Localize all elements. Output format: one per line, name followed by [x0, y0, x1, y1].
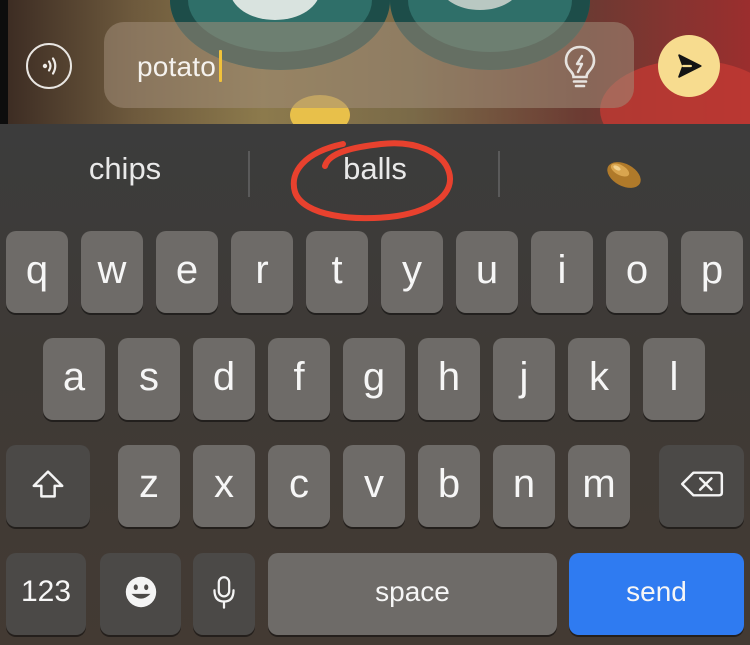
key-label: q [25, 247, 49, 292]
message-input[interactable]: potato [104, 22, 634, 108]
key-label: s [139, 354, 159, 399]
key-b[interactable]: b [418, 445, 480, 527]
keyboard: chips balls q w e r t y u i o p a s d f … [0, 124, 750, 645]
space-key[interactable]: space [268, 553, 557, 635]
screen-edge [0, 0, 8, 124]
key-h[interactable]: h [418, 338, 480, 420]
key-label: u [475, 247, 499, 292]
key-label: e [175, 247, 199, 292]
suggestion-divider [498, 151, 500, 197]
key-label: i [557, 247, 567, 292]
key-o[interactable]: o [606, 231, 668, 313]
key-label: p [700, 247, 724, 292]
key-i[interactable]: i [531, 231, 593, 313]
emoji-key[interactable] [100, 553, 181, 635]
key-k[interactable]: k [568, 338, 630, 420]
key-y[interactable]: y [381, 231, 443, 313]
backspace-icon [680, 471, 723, 497]
key-label: c [289, 461, 309, 506]
key-d[interactable]: d [193, 338, 255, 420]
key-label: m [582, 461, 616, 506]
key-label: o [625, 247, 649, 292]
send-key[interactable]: send [569, 553, 744, 635]
key-label: j [519, 354, 529, 399]
message-input-text[interactable]: potato [137, 50, 223, 83]
key-u[interactable]: u [456, 231, 518, 313]
key-l[interactable]: l [643, 338, 705, 420]
key-label: g [362, 354, 386, 399]
key-label: d [212, 354, 236, 399]
microphone-icon [213, 576, 235, 609]
key-w[interactable]: w [81, 231, 143, 313]
key-a[interactable]: a [43, 338, 105, 420]
key-p[interactable]: p [681, 231, 743, 313]
key-label: f [293, 354, 305, 399]
key-f[interactable]: f [268, 338, 330, 420]
key-n[interactable]: n [493, 445, 555, 527]
key-label: a [62, 354, 86, 399]
key-label: l [669, 354, 679, 399]
key-v[interactable]: v [343, 445, 405, 527]
key-g[interactable]: g [343, 338, 405, 420]
input-value: potato [137, 51, 217, 82]
key-z[interactable]: z [118, 445, 180, 527]
key-label: t [331, 247, 343, 292]
key-label: r [255, 247, 269, 292]
shift-icon [32, 470, 64, 498]
key-label: w [97, 247, 127, 292]
key-q[interactable]: q [6, 231, 68, 313]
backspace-key[interactable] [659, 445, 744, 527]
emoji-icon [125, 576, 156, 608]
microphone-key[interactable] [193, 553, 255, 635]
key-label: k [589, 354, 609, 399]
key-label: y [402, 247, 422, 292]
shift-key[interactable] [6, 445, 90, 527]
key-label: space [375, 576, 450, 607]
key-label: b [437, 461, 461, 506]
key-label: 123 [20, 575, 72, 608]
lightbulb-icon[interactable] [558, 42, 602, 90]
key-x[interactable]: x [193, 445, 255, 527]
key-j[interactable]: j [493, 338, 555, 420]
text-caret [219, 50, 223, 82]
camera-background: potato [0, 0, 750, 124]
key-label: x [214, 461, 234, 506]
key-label: n [512, 461, 536, 506]
key-label: h [437, 354, 461, 399]
numbers-key[interactable]: 123 [6, 553, 86, 635]
send-arrow-icon [678, 54, 702, 78]
key-c[interactable]: c [268, 445, 330, 527]
audio-button[interactable] [26, 43, 72, 89]
audio-waves-icon [42, 57, 57, 75]
screen: { "input": { "value": "potato" }, "sugge… [0, 0, 750, 645]
key-label: send [626, 576, 687, 607]
red-circle-annotation [290, 140, 454, 222]
key-t[interactable]: t [306, 231, 368, 313]
bean-emoji-suggestion[interactable] [603, 157, 645, 193]
key-label: v [364, 461, 384, 506]
suggestion-chips[interactable]: chips [0, 151, 250, 187]
key-e[interactable]: e [156, 231, 218, 313]
send-message-button[interactable] [658, 35, 720, 97]
key-m[interactable]: m [568, 445, 630, 527]
key-label: z [139, 461, 159, 506]
key-s[interactable]: s [118, 338, 180, 420]
key-r[interactable]: r [231, 231, 293, 313]
